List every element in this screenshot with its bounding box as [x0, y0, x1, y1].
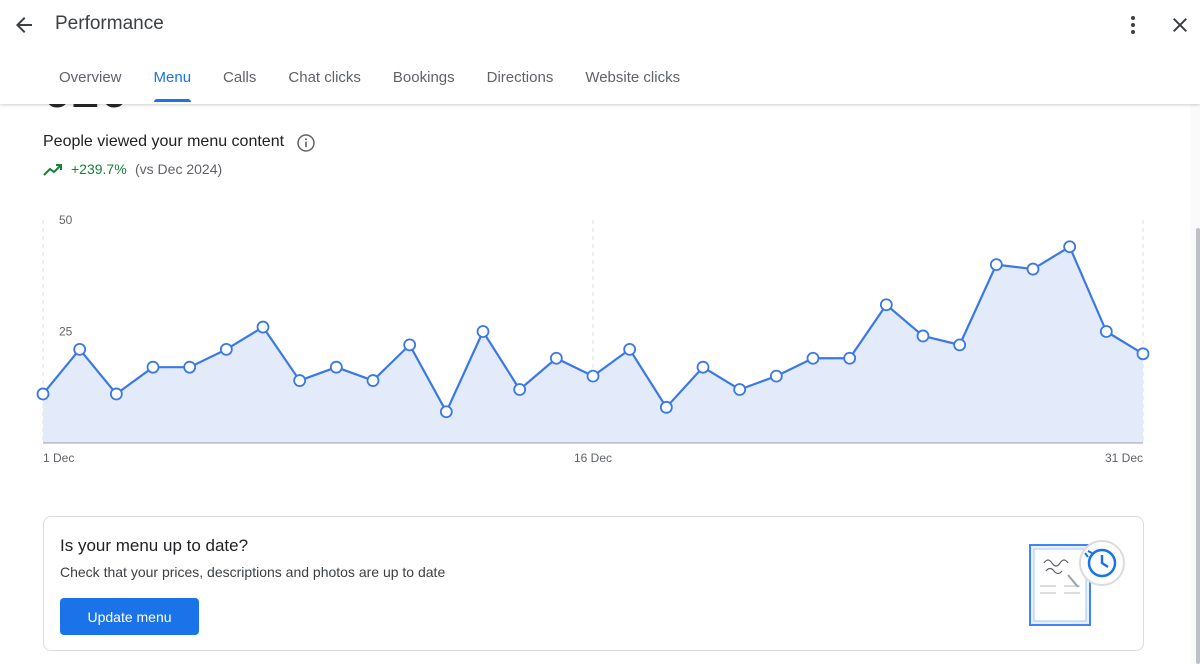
trending-up-icon: [43, 164, 62, 176]
info-icon[interactable]: [296, 133, 316, 153]
data-point-3: [109, 387, 123, 401]
data-point-9: [329, 360, 343, 374]
data-point-19: [696, 360, 710, 374]
more-options-button[interactable]: [1115, 7, 1151, 43]
tab-overview[interactable]: Overview: [43, 56, 138, 102]
arrow-back-icon: [16, 17, 32, 33]
tab-bar: Overview Menu Calls Chat clicks Bookings…: [43, 56, 696, 104]
data-point-24: [879, 298, 893, 312]
data-point-17: [623, 342, 637, 356]
data-point-15: [549, 351, 563, 365]
tab-directions[interactable]: Directions: [471, 56, 570, 102]
data-point-4: [146, 360, 160, 374]
menu-clock-illustration-icon: [1029, 540, 1125, 626]
data-point-16: [586, 369, 600, 383]
data-point-29: [1063, 240, 1077, 254]
data-point-10: [366, 374, 380, 387]
data-point-5: [183, 360, 197, 374]
trend-comparison: (vs Dec 2024): [135, 161, 223, 177]
back-button[interactable]: [6, 7, 42, 43]
data-point-1: [36, 387, 50, 401]
data-point-22: [806, 351, 820, 365]
trend-percentage: +239.7%: [71, 161, 127, 177]
data-point-12: [439, 405, 453, 419]
data-point-13: [476, 325, 490, 338]
tab-menu[interactable]: Menu: [138, 56, 208, 102]
tab-chat-clicks[interactable]: Chat clicks: [272, 56, 377, 102]
stat-label: People viewed your menu content: [43, 133, 285, 150]
card-description: Check that your prices, descriptions and…: [60, 564, 446, 580]
x-tick-label-0: 1 Dec: [43, 451, 74, 465]
scrollbar-thumb[interactable]: [1196, 228, 1200, 664]
data-point-30: [1099, 325, 1113, 338]
data-point-21: [769, 369, 783, 383]
y-tick-label-25: 25: [59, 325, 73, 339]
data-point-20: [733, 383, 747, 396]
tab-bookings[interactable]: Bookings: [377, 56, 471, 102]
data-point-23: [843, 351, 857, 365]
data-point-8: [293, 374, 307, 387]
menu-views-chart: 25 50 1 Dec 16 Dec 31 Dec: [36, 213, 1150, 465]
data-point-6: [219, 342, 233, 356]
data-point-26: [953, 338, 967, 352]
data-point-11: [403, 338, 417, 352]
card-title: Is your menu up to date?: [60, 536, 249, 555]
menu-update-card: Is your menu up to date? Check that your…: [43, 516, 1144, 651]
data-point-31: [1136, 347, 1150, 361]
data-point-27: [989, 258, 1003, 271]
tab-calls[interactable]: Calls: [207, 56, 272, 102]
data-point-28: [1026, 262, 1040, 276]
close-button[interactable]: [1162, 7, 1198, 43]
tab-website-clicks[interactable]: Website clicks: [569, 56, 696, 102]
data-point-18: [659, 400, 673, 414]
app-header: Performance Overview Menu Calls Chat cli…: [0, 0, 1200, 104]
page-title: Performance: [55, 13, 164, 34]
data-point-2: [73, 342, 87, 356]
data-point-14: [513, 383, 527, 396]
data-point-25: [916, 329, 930, 343]
data-point-7: [256, 320, 270, 334]
close-icon: [1173, 18, 1187, 32]
y-tick-label-50: 50: [59, 213, 73, 227]
x-tick-label-2: 31 Dec: [1105, 451, 1143, 465]
update-menu-button[interactable]: Update menu: [60, 598, 199, 635]
x-tick-label-1: 16 Dec: [574, 451, 612, 465]
more-vert-icon: [1131, 16, 1135, 34]
